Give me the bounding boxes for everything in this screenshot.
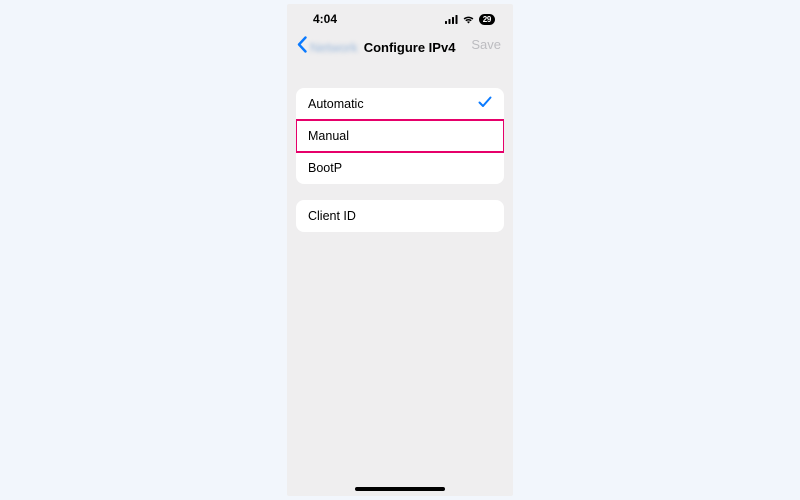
- back-button-label[interactable]: Network: [310, 40, 358, 55]
- option-label: Automatic: [308, 97, 364, 111]
- status-bar: 4:04 29: [287, 4, 513, 30]
- option-label: BootP: [308, 161, 342, 175]
- option-bootp[interactable]: BootP: [296, 152, 504, 184]
- wifi-icon: [462, 15, 475, 24]
- status-time: 4:04: [313, 12, 337, 26]
- save-button[interactable]: Save: [471, 37, 501, 52]
- option-label: Manual: [308, 129, 349, 143]
- option-automatic[interactable]: Automatic: [296, 88, 504, 120]
- nav-bar: Network Configure IPv4 Save: [287, 30, 513, 68]
- status-right: 29: [445, 14, 495, 25]
- phone-screen: 4:04 29 Network Configure IPv4 Save Auto…: [287, 4, 513, 496]
- page-title: Configure IPv4: [364, 40, 456, 55]
- back-chevron-icon[interactable]: [297, 36, 308, 58]
- field-label: Client ID: [308, 209, 356, 223]
- client-id-field[interactable]: Client ID: [296, 200, 504, 232]
- client-id-group: Client ID: [296, 200, 504, 232]
- option-manual[interactable]: Manual: [296, 120, 504, 152]
- cellular-icon: [445, 15, 458, 24]
- ipv4-options-group: Automatic Manual BootP: [296, 88, 504, 184]
- home-indicator[interactable]: [355, 487, 445, 491]
- checkmark-icon: [478, 96, 492, 111]
- battery-icon: 29: [479, 14, 495, 25]
